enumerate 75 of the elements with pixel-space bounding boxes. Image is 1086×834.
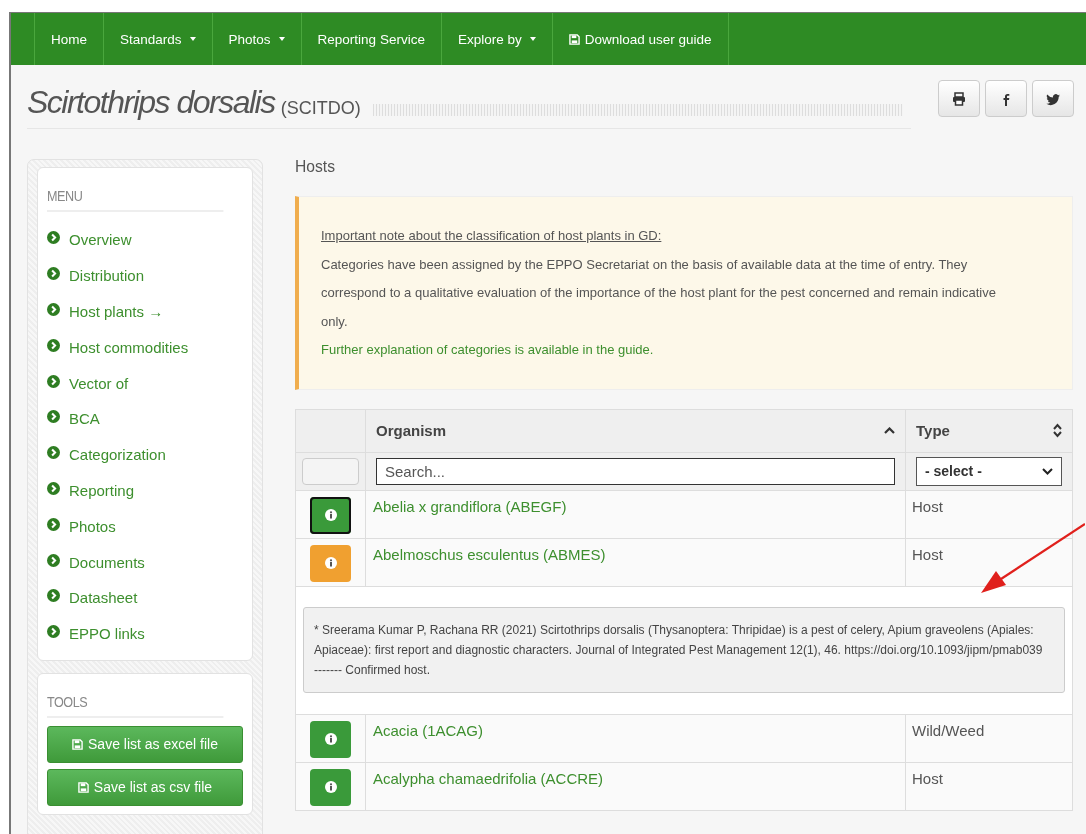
species-code: (SCITDO) <box>280 98 361 119</box>
note-text: Categories have been assigned by the EPPO Secretariat on the basis of available data at the time of entry. They correspond to a qualitative evaluation of the importance of the host plant for the pest concerned and remain indicative only. <box>321 255 997 331</box>
chevron-circle-icon <box>47 303 60 316</box>
section-title: Hosts <box>295 157 336 177</box>
nav-link[interactable]: Download user guide <box>551 13 729 65</box>
host-type: Host <box>912 769 943 787</box>
guide-link[interactable]: Further explanation of categories is available in the guide. <box>321 336 1012 365</box>
bird-icon <box>1046 91 1060 106</box>
menu-link[interactable]: Vector of <box>69 374 129 392</box>
menu-link[interactable]: Overview <box>69 231 132 249</box>
menu-link[interactable]: Photos <box>69 517 116 535</box>
menu-link[interactable]: Reporting <box>69 481 135 499</box>
column-label: Organism <box>376 422 447 439</box>
nav-link[interactable]: Explore by <box>440 13 552 65</box>
nav-link[interactable]: Reporting Service <box>300 13 441 65</box>
chevron-circle-icon <box>47 625 60 639</box>
save-icon <box>72 738 83 750</box>
chevron-circle-icon <box>47 267 60 281</box>
host-type: Host <box>912 545 943 563</box>
caret-icon <box>189 37 196 41</box>
caret-icon <box>278 37 285 41</box>
print-button[interactable] <box>938 80 980 117</box>
chevron-circle-icon <box>47 338 60 352</box>
menu-link[interactable]: Host commodities <box>69 338 189 356</box>
nav-link[interactable]: Photos <box>211 13 301 65</box>
info-icon <box>324 781 337 793</box>
menu-link[interactable]: Datasheet <box>69 589 138 607</box>
sort-icon <box>1053 423 1062 438</box>
nav-link[interactable]: Home <box>34 13 103 65</box>
nav-link[interactable]: Standards <box>103 13 212 65</box>
menu-link[interactable]: Categorization <box>69 446 166 464</box>
chevron-circle-icon <box>47 410 60 424</box>
menu-link[interactable]: Documents <box>69 553 145 571</box>
chevron-circle-icon <box>47 446 60 460</box>
column-label: Type <box>916 422 950 439</box>
organism-link[interactable]: Acalypha chamaedrifolia (ACCRE) <box>373 769 604 787</box>
print-icon <box>952 91 966 106</box>
menu-link[interactable]: EPPO links <box>69 625 145 643</box>
organism-link[interactable]: Abelmoschus esculentus (ABMES) <box>373 545 606 563</box>
chevron-down-icon <box>1042 467 1053 475</box>
caret-icon <box>529 37 536 41</box>
host-type: Host <box>912 497 943 515</box>
info-icon <box>324 557 337 569</box>
sort-up-icon <box>884 427 895 434</box>
host-type: Wild/Weed <box>912 721 985 739</box>
menu-link[interactable]: BCA <box>69 410 100 428</box>
info-button[interactable] <box>310 496 351 534</box>
type-select[interactable]: - select - <box>916 456 1062 486</box>
menu-link[interactable]: Host plants → <box>69 303 164 320</box>
details-text: ------- Confirmed host. <box>314 661 431 679</box>
column-header[interactable]: Type <box>905 409 1073 452</box>
organism-link[interactable]: Abelia x grandiflora (ABEGF) <box>373 497 567 515</box>
tools-heading: TOOLS <box>47 685 224 718</box>
save-icon <box>77 781 89 793</box>
menu-heading: MENU <box>47 180 224 212</box>
save-icon <box>568 33 580 45</box>
details-text: * Sreerama Kumar P, Rachana RR (2021) Scirtothrips dorsalis (Thysanoptera: Thripidae) is a pest of celery, Apium graveolens (Apiales: Apiaceae): first report and diagnostic characters. Journal of Integrated Pest Management 12(1), 46. https://doi.org/10.1093/jipm/pmab039 <box>314 621 1044 659</box>
organism-link[interactable]: Acacia (1ACAG) <box>373 721 484 739</box>
info-icon <box>324 733 337 745</box>
species-title: Scirtothrips dorsalis <box>27 84 275 121</box>
menu-link[interactable]: Distribution <box>69 267 145 285</box>
save-button[interactable]: Save list as excel file <box>47 725 243 763</box>
note-heading: Important note about the classification of host plants in GD: <box>321 227 663 245</box>
column-header[interactable]: Organism <box>365 409 906 452</box>
info-icon <box>324 509 337 521</box>
chevron-circle-icon <box>47 374 60 388</box>
chevron-circle-icon <box>47 553 60 567</box>
chevron-circle-icon <box>47 481 60 495</box>
facebook-button[interactable] <box>985 80 1027 117</box>
twitter-button[interactable] <box>1032 80 1074 117</box>
chevron-circle-icon <box>47 589 60 603</box>
save-button[interactable]: Save list as csv file <box>47 768 243 806</box>
chevron-circle-icon <box>47 231 60 245</box>
chevron-circle-icon <box>47 517 60 531</box>
search-field[interactable]: Search... <box>376 457 895 485</box>
